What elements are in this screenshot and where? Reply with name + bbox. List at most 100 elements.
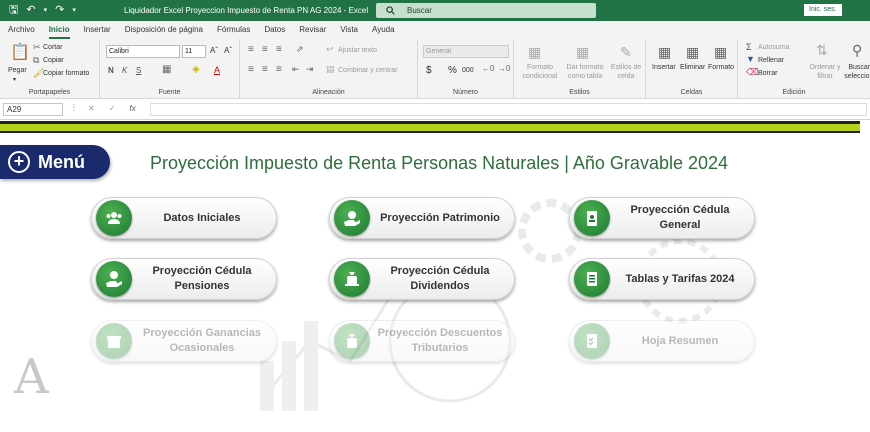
proyeccion-descuentos-tributarios-button[interactable]: Proyección Descuentos Tributarios (329, 320, 515, 362)
tab-formulas[interactable]: Fórmulas (217, 21, 250, 39)
autosum-button[interactable]: Autosuma (758, 44, 790, 51)
format-cells-icon[interactable]: ▦ (714, 45, 727, 59)
datos-iniciales-button[interactable]: Datos Iniciales (91, 197, 277, 239)
borders-icon[interactable]: ▦ (162, 65, 171, 75)
find-icon[interactable]: ⚲ (852, 43, 862, 57)
font-size-select[interactable]: 11 (182, 45, 206, 58)
align-middle-icon[interactable]: ≡ (262, 45, 268, 55)
redo-icon[interactable]: ↷ (55, 5, 64, 16)
autosum-icon[interactable]: Σ (746, 42, 752, 52)
font-color-icon[interactable]: A (214, 65, 220, 75)
align-left-icon[interactable]: ≡ (248, 65, 254, 75)
signin-button[interactable]: Inic. ses. (804, 4, 842, 16)
italic-button[interactable]: K (122, 66, 127, 75)
currency-button[interactable]: $ (426, 65, 432, 76)
menu-button[interactable]: + Menú (0, 145, 110, 179)
undo-icon[interactable]: ↶ (26, 5, 35, 16)
copy-icon[interactable]: ⧉ (33, 56, 39, 65)
users-icon (96, 200, 132, 236)
alignment-group: ≡ ≡ ≡ ⇗ ↩ Ajustar texto ≡ ≡ ≡ ⇤ ⇥ ▤ Comb… (240, 39, 418, 99)
format-painter-button[interactable]: Copiar formato (43, 70, 89, 77)
conditional-format-button[interactable]: Formato condicional (518, 63, 562, 81)
wrap-text-icon[interactable]: ↩ (326, 45, 334, 54)
search-box[interactable]: Buscar (376, 3, 596, 18)
insert-cells-button[interactable]: Insertar (652, 64, 676, 71)
tab-inicio[interactable]: Inicio (48, 21, 70, 39)
orientation-icon[interactable]: ⇗ (296, 45, 304, 54)
cancel-icon[interactable]: ✕ (88, 104, 95, 113)
fill-icon[interactable]: ▼ (746, 55, 755, 64)
hoja-resumen-button[interactable]: Hoja Resumen (569, 320, 755, 362)
proyeccion-cedula-pensiones-button[interactable]: Proyección Cédula Pensiones (91, 258, 277, 300)
eraser-icon[interactable]: ⌫ (746, 68, 759, 77)
clear-button[interactable]: Borrar (758, 70, 777, 77)
proyeccion-cedula-pensiones-label: Proyección Cédula Pensiones (152, 265, 252, 292)
proyeccion-ganancias-ocasionales-button[interactable]: Proyección Ganancias Ocasionales (91, 320, 277, 362)
format-table-button[interactable]: Dar formato como tabla (564, 63, 606, 81)
tab-ayuda[interactable]: Ayuda (372, 21, 395, 39)
search-icon (386, 6, 395, 15)
fill-button[interactable]: Rellenar (758, 57, 784, 64)
decrease-decimal-icon[interactable]: →0 (498, 65, 510, 73)
format-cells-button[interactable]: Formato (708, 64, 734, 71)
conditional-format-icon[interactable]: ▦ (528, 45, 541, 59)
tablas-tarifas-button[interactable]: Tablas y Tarifas 2024 (569, 258, 755, 300)
cut-button[interactable]: Cortar (43, 44, 62, 51)
name-box[interactable]: A29 (3, 103, 63, 116)
proyeccion-patrimonio-button[interactable]: Proyección Patrimonio (329, 197, 515, 239)
hand-money-icon (334, 200, 370, 236)
number-format-select[interactable]: General (423, 45, 509, 58)
percent-button[interactable]: % (448, 65, 457, 76)
font-name-select[interactable]: Calibri (106, 45, 180, 58)
scissors-icon[interactable]: ✂ (33, 43, 41, 52)
title-bar: 🖫 ↶ ▾ ↷ ▾ Liquidador Excel Proyeccion Im… (0, 0, 870, 21)
merge-center-button[interactable]: Combinar y centrar (338, 67, 398, 74)
paste-button[interactable]: Pegar (8, 67, 27, 74)
proyeccion-cedula-dividendos-button[interactable]: Proyección Cédula Dividendos (329, 258, 515, 300)
fill-color-icon[interactable]: ◈ (192, 65, 200, 75)
align-top-icon[interactable]: ≡ (248, 45, 254, 55)
worksheet[interactable]: + Menú Proyección Impuesto de Renta Pers… (0, 121, 870, 432)
confirm-icon[interactable]: ✓ (109, 104, 116, 113)
cell-styles-icon[interactable]: ✎ (620, 45, 632, 59)
header-stripe-lime (0, 124, 860, 131)
insert-cells-icon[interactable]: ▦ (658, 45, 671, 59)
shrink-font-icon[interactable]: Aˇ (224, 46, 232, 55)
fx-icon[interactable]: fx (129, 104, 135, 113)
align-center-icon[interactable]: ≡ (262, 65, 268, 75)
merge-icon[interactable]: ▤ (326, 65, 335, 74)
bold-button[interactable]: N (108, 66, 114, 75)
copy-button[interactable]: Copiar (43, 57, 64, 64)
tab-revisar[interactable]: Revisar (299, 21, 326, 39)
proyeccion-cedula-general-label: Proyección Cédula General (630, 204, 730, 231)
format-table-icon[interactable]: ▦ (576, 45, 589, 59)
proyeccion-cedula-general-button[interactable]: Proyección Cédula General (569, 197, 755, 239)
save-icon[interactable]: 🖫 (9, 5, 18, 16)
tab-vista[interactable]: Vista (340, 21, 358, 39)
cell-styles-button[interactable]: Estilos de celda (608, 63, 644, 81)
tablas-tarifas-label: Tablas y Tarifas 2024 (625, 272, 735, 285)
tab-archivo[interactable]: Archivo (8, 21, 35, 39)
tab-datos[interactable]: Datos (264, 21, 285, 39)
formula-input[interactable] (150, 103, 867, 116)
indent-increase-icon[interactable]: ⇥ (306, 65, 314, 74)
tab-insertar[interactable]: Insertar (84, 21, 111, 39)
sort-filter-button[interactable]: Ordenar y filtrar (806, 63, 844, 81)
paste-chevron-icon[interactable]: ▾ (13, 76, 16, 83)
increase-decimal-icon[interactable]: ←0 (482, 65, 494, 73)
customize-qat-icon[interactable]: ▾ (72, 7, 76, 14)
delete-cells-button[interactable]: Eliminar (680, 64, 705, 71)
sort-filter-icon[interactable]: ⇅ (816, 43, 828, 57)
align-bottom-icon[interactable]: ≡ (276, 45, 282, 55)
thousands-button[interactable]: 000 (462, 67, 474, 74)
align-right-icon[interactable]: ≡ (276, 65, 282, 75)
tab-disposicion[interactable]: Disposición de página (125, 21, 203, 39)
indent-decrease-icon[interactable]: ⇤ (292, 65, 300, 74)
delete-cells-icon[interactable]: ▦ (686, 45, 699, 59)
underline-button[interactable]: S (136, 66, 141, 75)
wrap-text-button[interactable]: Ajustar texto (338, 47, 377, 54)
paste-icon[interactable]: 📋 (10, 45, 30, 61)
grow-font-icon[interactable]: Aˆ (210, 46, 218, 55)
find-select-button[interactable]: Buscar y seleccionar (842, 63, 870, 81)
chevron-down-icon[interactable]: ▾ (44, 7, 48, 14)
